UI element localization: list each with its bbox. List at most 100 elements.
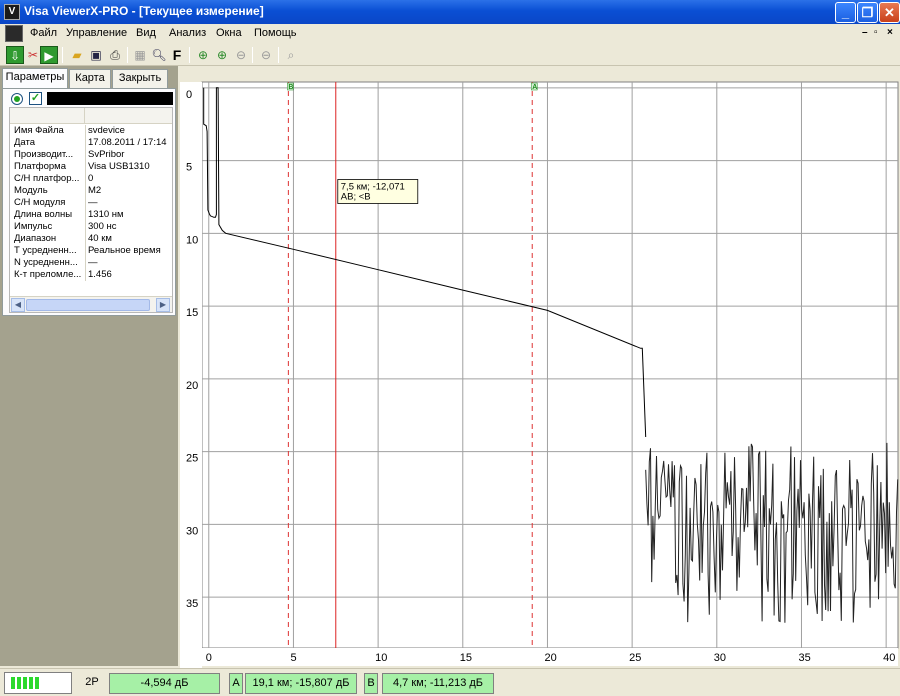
app-icon[interactable]: V — [4, 4, 20, 20]
start-measure-icon[interactable]: ▶ — [40, 46, 58, 64]
tab-parameters[interactable]: Параметры — [2, 68, 68, 89]
zoom-out-vertical-icon[interactable]: ⊖ — [257, 46, 275, 64]
param-key: С/Н модуля — [14, 197, 66, 208]
scroll-left-icon[interactable]: ◀ — [11, 298, 25, 312]
mode-label: 2P — [85, 676, 99, 688]
zoom-out-icon[interactable]: ⊖ — [232, 46, 250, 64]
column-divider — [85, 197, 86, 209]
tooltip-line2: AB; <B — [341, 191, 371, 202]
menu-file[interactable]: Файл — [30, 27, 57, 39]
column-divider — [85, 137, 86, 149]
menu-help[interactable]: Помощь — [254, 27, 297, 39]
column-divider — [85, 185, 86, 197]
minimize-button[interactable]: _ — [835, 2, 856, 23]
checkbox-icon[interactable]: ✓ — [29, 92, 42, 105]
close-button[interactable]: ✕ — [879, 2, 900, 23]
param-row[interactable]: К-т преломле... 1.456 — [10, 269, 172, 281]
connect-icon[interactable]: ⇩ — [6, 46, 24, 64]
trace-chart-svg[interactable]: 0 5 10 15 20 25 30 35 4005101520253035B A7,5 км; … — [180, 66, 900, 668]
x-tick-label: 25 — [629, 652, 641, 664]
param-row[interactable]: Имя Файла svdevice — [10, 125, 172, 137]
title-bar[interactable]: V Visa ViewerX-PRO - [Текущее измерение]… — [0, 0, 900, 24]
tab-close[interactable]: Закрыть — [112, 69, 168, 88]
param-key: Импульс — [14, 221, 53, 232]
marker-b-value: 4,7 км; -11,213 дБ — [382, 673, 494, 694]
menu-view[interactable]: Вид — [136, 27, 156, 39]
zoom-in-icon[interactable]: ⊕ — [194, 46, 212, 64]
mdi-restore-icon[interactable]: ▫ — [874, 27, 878, 38]
app-window: V Visa ViewerX-PRO - [Текущее измерение]… — [0, 0, 900, 696]
param-value: 300 нс — [88, 221, 117, 232]
scroll-thumb[interactable] — [26, 299, 150, 311]
param-row[interactable]: Производит... SvPribor — [10, 149, 172, 161]
param-key: Длина волны — [14, 209, 73, 220]
y-tick-label: 5 — [186, 162, 192, 174]
column-divider — [85, 221, 86, 233]
menu-windows[interactable]: Окна — [216, 27, 242, 39]
menu-control[interactable]: Управление — [66, 27, 127, 39]
x-tick-label: 15 — [460, 652, 472, 664]
x-tick-label: 20 — [544, 652, 556, 664]
zoom-in-vertical-icon[interactable]: ⊕ — [213, 46, 231, 64]
parameters-grid: Имя Файла svdevice Дата 17.08.2011 / 17:14 П… — [9, 107, 173, 313]
magnifier-icon[interactable]: 🔍︎ — [150, 46, 168, 64]
battery-cell — [29, 677, 33, 689]
trace-chart[interactable]: 0 5 10 15 20 25 30 35 40 0 5 10 15 20 25 30 35 B A 7,5 км; … — [180, 66, 900, 668]
zoom-reset-icon[interactable]: ⌕ — [282, 46, 300, 64]
mdi-minimize-icon[interactable]: – — [862, 27, 868, 38]
horizontal-scrollbar[interactable]: ◀ ▶ — [10, 296, 172, 312]
x-tick-label: 40 — [883, 652, 895, 664]
param-key: Имя Файла — [14, 125, 64, 136]
save-icon[interactable]: ▣ — [87, 46, 105, 64]
radio-icon[interactable] — [11, 93, 23, 105]
table-icon[interactable]: ▦ — [131, 46, 149, 64]
toolbar-separator — [189, 47, 190, 63]
param-row[interactable]: Т усредненн... Реальное время — [10, 245, 172, 257]
menu-bar: Файл Управление Вид Анализ Окна Помощь –… — [0, 24, 900, 44]
column-divider — [85, 233, 86, 245]
marker-a-value: 19,1 км; -15,807 дБ — [245, 673, 357, 694]
column-divider — [85, 269, 86, 281]
column-divider — [85, 257, 86, 269]
toolbar-separator — [252, 47, 253, 63]
param-row[interactable]: С/Н модуля — — [10, 197, 172, 209]
grid-header — [10, 108, 172, 124]
battery-cell — [23, 677, 27, 689]
open-folder-icon[interactable]: ▰ — [68, 46, 86, 64]
menu-analysis[interactable]: Анализ — [169, 27, 206, 39]
param-row[interactable]: Платформа Visa USB1310 — [10, 161, 172, 173]
font-f-icon[interactable]: F — [168, 46, 186, 64]
param-value: 40 км — [88, 233, 112, 244]
param-row[interactable]: Модуль M2 — [10, 185, 172, 197]
column-divider — [85, 209, 86, 221]
param-value: 1310 нм — [88, 209, 124, 220]
battery-indicator — [4, 672, 72, 694]
param-value: SvPribor — [88, 149, 125, 160]
param-key: Модуль — [14, 185, 48, 196]
param-row[interactable]: Диапазон 40 км — [10, 233, 172, 245]
param-key: С/Н платфор... — [14, 173, 80, 184]
param-row[interactable]: N усредненн... — — [10, 257, 172, 269]
param-row[interactable]: Импульс 300 нс — [10, 221, 172, 233]
scroll-right-icon[interactable]: ▶ — [156, 298, 170, 312]
x-tick-label: 35 — [798, 652, 810, 664]
tab-map[interactable]: Карта — [69, 69, 111, 88]
param-row[interactable]: Дата 17.08.2011 / 17:14 — [10, 137, 172, 149]
mdi-document-icon[interactable] — [5, 25, 23, 42]
param-row[interactable]: С/Н платфор... 0 — [10, 173, 172, 185]
y-tick-label: 35 — [186, 598, 198, 610]
y-tick-label: 15 — [186, 307, 198, 319]
column-divider — [85, 149, 86, 161]
print-icon[interactable]: ⎙ — [106, 46, 124, 64]
restore-button[interactable]: ❐ — [857, 2, 878, 23]
param-value: svdevice — [88, 125, 125, 136]
param-key: N усредненн... — [14, 257, 78, 268]
param-row[interactable]: Длина волны 1310 нм — [10, 209, 172, 221]
marker-a-label[interactable]: A — [229, 673, 243, 694]
marker-b-label[interactable]: B — [364, 673, 378, 694]
mdi-close-icon[interactable]: × — [887, 27, 893, 38]
window-title: Visa ViewerX-PRO - [Текущее измерение] — [24, 4, 264, 18]
x-tick-label: 10 — [375, 652, 387, 664]
toolbar-separator — [62, 47, 63, 63]
y-tick-label: 20 — [186, 380, 198, 392]
